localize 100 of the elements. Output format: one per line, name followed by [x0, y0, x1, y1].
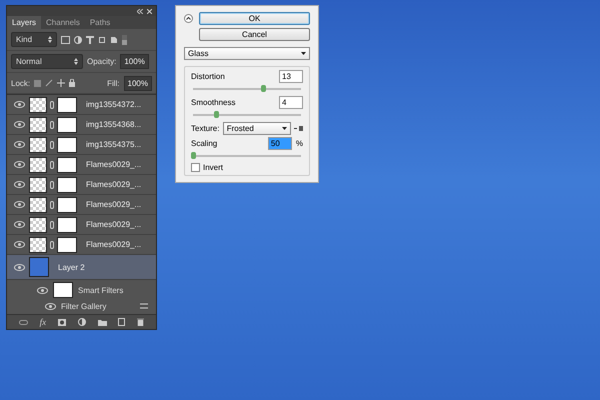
layer-row[interactable]: Flames0029_... [7, 195, 156, 215]
mask-thumbnail [57, 236, 77, 252]
value-field[interactable]: 4 [279, 96, 303, 109]
layer-row[interactable]: Flames0029_... [7, 155, 156, 175]
layer-name: Flames0029_... [86, 180, 142, 189]
layer-thumbnail [29, 136, 47, 152]
layer-thumbnail [29, 176, 47, 192]
layer-name: img13554372... [86, 100, 142, 109]
link-icon [50, 160, 54, 168]
mask-thumbnail [57, 136, 77, 152]
layer-name: Flames0029_... [86, 240, 142, 249]
filter-mask-thumbnail [53, 282, 73, 298]
value-field[interactable]: 50 [268, 137, 292, 150]
slider-label: Scaling [191, 139, 218, 148]
smart-object-icon[interactable] [110, 36, 118, 44]
mask-thumbnail [57, 156, 77, 172]
layer-row[interactable]: img13554368... [7, 115, 156, 135]
opacity-field[interactable]: 100% [120, 54, 149, 69]
move-icon[interactable] [57, 79, 66, 87]
smart-filters-label: Smart Filters [78, 286, 124, 294]
layer-name: Flames0029_... [86, 160, 142, 169]
new-layer-icon[interactable] [118, 318, 126, 326]
trash-icon[interactable] [137, 318, 144, 326]
invert-checkbox[interactable] [191, 163, 200, 172]
layer-row[interactable]: img13554372... [7, 95, 156, 115]
eye-icon[interactable] [37, 286, 48, 294]
value-field[interactable]: 13 [279, 70, 303, 83]
layer-thumbnail [29, 236, 47, 252]
panel-tab[interactable]: Channels [41, 16, 85, 29]
mask-thumbnail [57, 216, 77, 232]
eye-icon[interactable] [14, 101, 24, 108]
slider-thumb[interactable] [214, 111, 219, 118]
kind-dropdown[interactable]: Kind [11, 32, 57, 47]
half-circle-icon[interactable] [78, 318, 86, 326]
dropdown-arrow-icon [282, 127, 287, 130]
dropdown-arrow-icon [301, 52, 306, 55]
layer-name: img13554368... [86, 120, 142, 129]
collapse-icon[interactable] [137, 8, 143, 14]
sliders-icon[interactable] [140, 303, 148, 309]
filter-dropdown[interactable]: Glass [184, 47, 310, 60]
texture-dropdown[interactable]: Frosted [222, 122, 291, 135]
blend-mode-dropdown[interactable]: Normal [11, 54, 83, 69]
layer-name: Flames0029_... [86, 220, 142, 229]
link-icon [50, 140, 54, 148]
layer-row[interactable]: Flames0029_... [7, 215, 156, 235]
layer-row[interactable]: img13554375... [7, 135, 156, 155]
link-icon[interactable] [18, 320, 28, 324]
link-icon [50, 100, 54, 108]
filter-name[interactable]: Filter Gallery [61, 302, 106, 310]
mask-icon[interactable] [58, 318, 66, 326]
slider-thumb[interactable] [191, 152, 196, 159]
layer-thumbnail [29, 196, 47, 212]
lock-icon[interactable] [69, 79, 76, 87]
link-icon [50, 220, 54, 228]
lock-label: Lock: [11, 78, 30, 88]
spinner-arrows-icon [48, 36, 52, 43]
image-icon[interactable] [61, 36, 70, 44]
checkbox-label: Invert [203, 163, 224, 172]
opacity-label: Opacity: [87, 57, 116, 66]
fill-label: Fill: [107, 78, 120, 88]
layer-thumbnail [29, 156, 47, 172]
toggle-icon[interactable] [122, 34, 127, 44]
eye-icon[interactable] [14, 264, 24, 270]
type-icon[interactable] [86, 36, 94, 44]
panel-tab[interactable]: Layers [7, 16, 42, 29]
layer-thumbnail [29, 116, 47, 132]
eye-icon[interactable] [14, 141, 24, 148]
link-icon [50, 180, 54, 188]
layer-thumbnail [29, 216, 47, 232]
shape-icon[interactable] [98, 36, 106, 44]
layer-row[interactable]: Flames0029_... [7, 175, 156, 195]
eye-icon[interactable] [14, 241, 24, 248]
eye-icon[interactable] [45, 302, 56, 310]
eye-icon[interactable] [14, 121, 24, 128]
panel-tab[interactable]: Paths [84, 16, 116, 29]
spinner-arrows-icon [74, 58, 78, 65]
fill-field[interactable]: 100% [124, 76, 152, 90]
slider-thumb[interactable] [261, 85, 266, 92]
link-icon [50, 120, 54, 128]
eye-icon[interactable] [14, 161, 24, 168]
eye-icon[interactable] [14, 181, 24, 188]
layer-thumbnail [29, 96, 47, 112]
layer-row[interactable]: Layer 2 [7, 255, 156, 280]
fx-button[interactable]: fx [40, 317, 46, 327]
mask-thumbnail [57, 116, 77, 132]
cancel-button[interactable]: Cancel [199, 28, 310, 41]
eye-icon[interactable] [14, 221, 24, 228]
folder-icon[interactable] [98, 318, 107, 326]
link-icon [50, 240, 54, 248]
link-icon [50, 200, 54, 208]
layer-name: Flames0029_... [86, 200, 142, 209]
half-circle-icon[interactable] [74, 36, 82, 44]
collapse-icon[interactable] [184, 14, 193, 23]
unit-label: % [296, 139, 303, 148]
slider-label: Smoothness [191, 98, 236, 107]
eye-icon[interactable] [14, 201, 24, 208]
ok-button[interactable]: OK [199, 12, 310, 25]
menu-icon[interactable] [294, 126, 303, 131]
close-icon[interactable] [147, 8, 152, 14]
texture-label: Texture: [191, 124, 220, 133]
